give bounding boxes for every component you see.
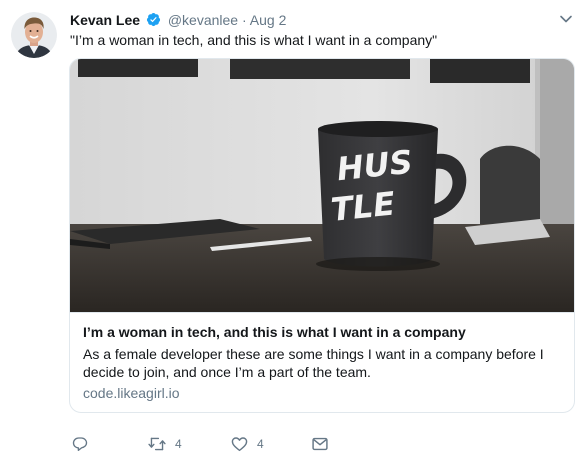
separator-dot: · [241,12,247,28]
tweet: Kevan Lee @kevanlee · Aug 2 "I’m a woman… [0,0,587,461]
retweet-count: 4 [175,437,182,451]
author-name[interactable]: Kevan Lee [70,12,140,28]
author-handle[interactable]: @kevanlee [168,12,238,28]
like-button[interactable]: 4 [231,434,264,454]
link-card[interactable]: HUS TLE I’m a woman in tech, and this is… [69,58,575,413]
chevron-down-icon[interactable] [559,12,573,31]
tweet-date[interactable]: Aug 2 [250,12,287,28]
tweet-text: "I’m a woman in tech, and this is what I… [70,32,438,48]
heart-icon [231,436,248,452]
card-body[interactable]: I’m a woman in tech, and this is what I … [70,312,574,412]
mug-text-line1: HUS [335,143,414,189]
reply-icon [72,436,88,452]
card-title[interactable]: I’m a woman in tech, and this is what I … [83,323,561,341]
retweet-icon [148,436,166,452]
verified-badge-icon [146,12,161,31]
retweet-button[interactable]: 4 [148,434,182,454]
like-count: 4 [257,437,264,451]
reply-button[interactable] [72,434,88,454]
direct-message-button[interactable] [312,434,328,454]
envelope-icon [312,437,328,451]
card-domain: code.likeagirl.io [83,385,180,401]
card-description: As a female developer these are some thi… [83,346,544,380]
mug-text-line2: TLE [329,184,397,229]
tweet-header: Kevan Lee @kevanlee · Aug 2 [70,11,286,31]
card-image[interactable]: HUS TLE [70,59,574,312]
avatar[interactable] [11,12,57,58]
